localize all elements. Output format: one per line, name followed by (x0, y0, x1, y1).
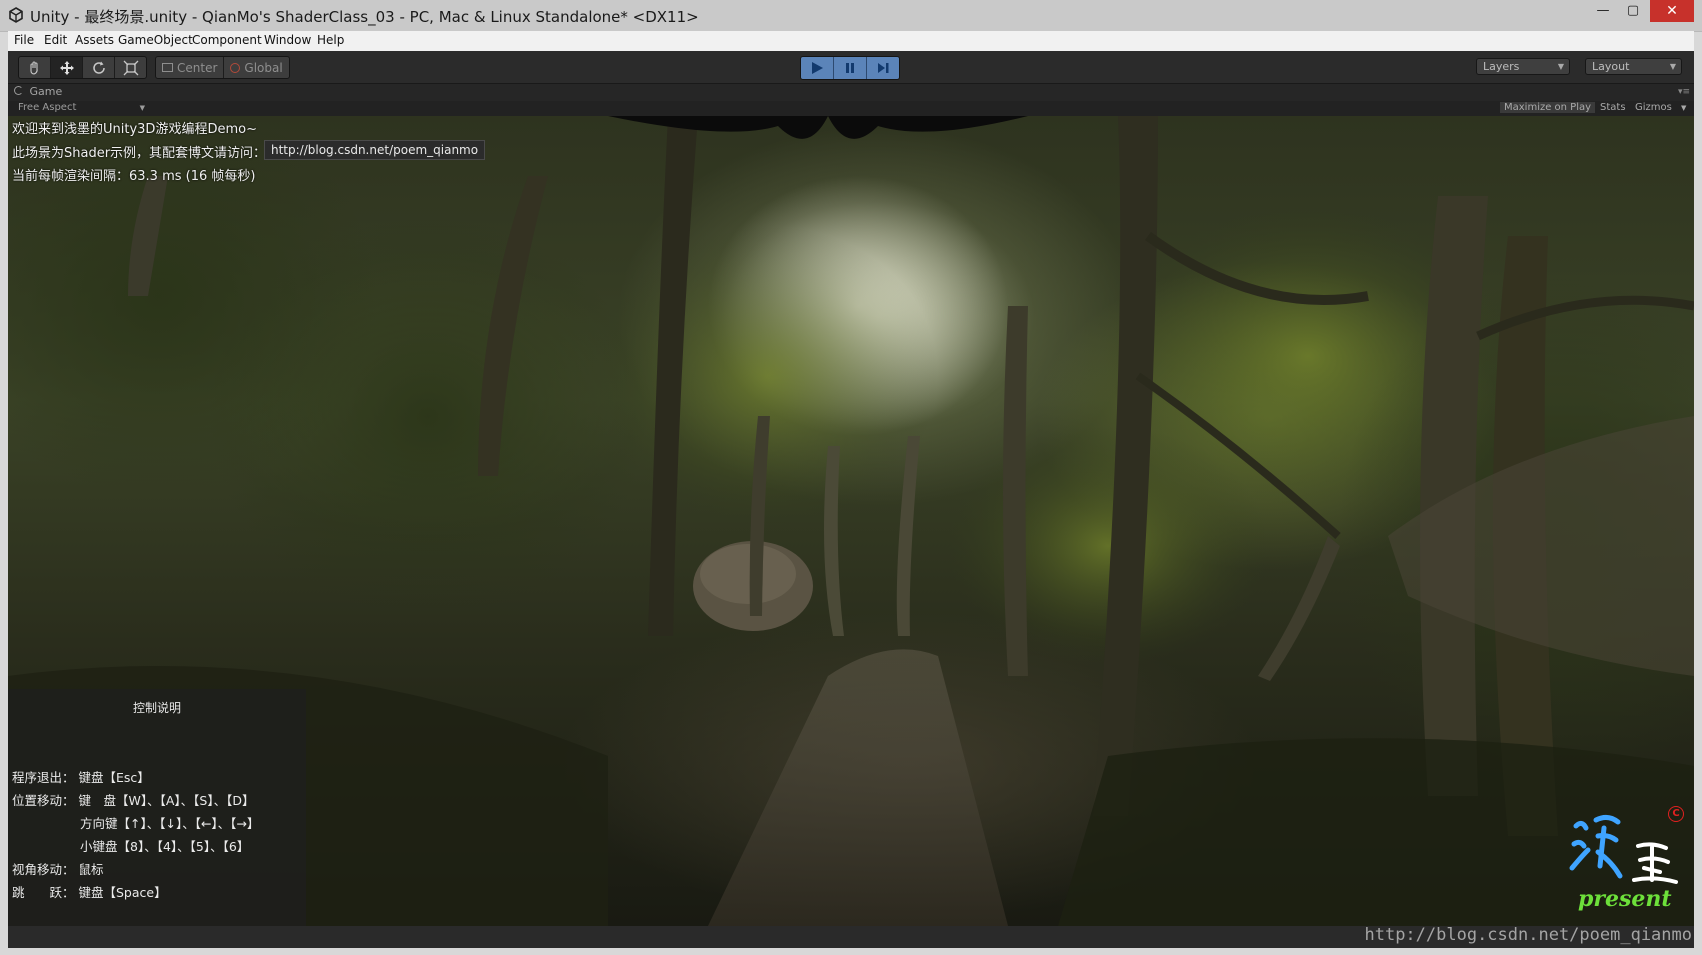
watermark-text: http://blog.csdn.net/poem_qianmo (1364, 925, 1692, 945)
pause-icon (846, 63, 854, 73)
unity-logo-icon (9, 7, 23, 23)
stats-toggle[interactable]: Stats (1600, 102, 1626, 113)
menu-bar: File Edit Assets GameObject Component Wi… (8, 31, 1694, 52)
logo-present-text: present (1578, 886, 1672, 912)
pivot-global-toggle[interactable]: Global (224, 57, 288, 78)
play-button[interactable] (801, 57, 834, 79)
scale-icon (123, 60, 138, 75)
step-button[interactable] (867, 57, 899, 79)
blog-link-field[interactable]: http://blog.csdn.net/poem_qianmo (264, 140, 486, 160)
panel-menu-icon[interactable]: ▾≡ (1678, 87, 1690, 97)
menu-assets[interactable]: Assets (75, 33, 114, 47)
menu-gameobject[interactable]: GameObject (118, 33, 193, 47)
close-button[interactable]: ✕ (1650, 0, 1694, 22)
move-tool-button[interactable] (51, 57, 83, 78)
menu-file[interactable]: File (14, 33, 34, 47)
layers-label: Layers (1483, 60, 1520, 73)
playmode-controls (800, 56, 900, 80)
menu-component[interactable]: Component (192, 33, 262, 47)
menu-window[interactable]: Window (264, 33, 311, 47)
pivot-toggles: Center Global (155, 56, 290, 79)
aspect-caret-icon: ▼ (139, 104, 145, 112)
game-view-controls: Free Aspect ▼ Maximize on Play Stats Giz… (8, 101, 1694, 116)
help-exit-line: 程序退出： 键盘【Esc】 (12, 770, 150, 785)
globe-icon (230, 62, 241, 73)
toolbar: Center Global Layers ▼ Layout ▼ (8, 51, 1694, 84)
game-tab-label: Game (29, 85, 63, 98)
rotate-icon (92, 61, 105, 74)
game-tab-icon (14, 86, 23, 95)
gizmos-toggle[interactable]: Gizmos (1635, 102, 1672, 113)
maximize-button[interactable]: ▢ (1618, 0, 1648, 22)
aspect-label: Free Aspect (18, 102, 77, 113)
pause-button[interactable] (834, 57, 867, 79)
help-numpad-line: 小键盘【8】、【4】、【5】、【6】 (80, 839, 250, 854)
transform-tools (18, 56, 147, 79)
rotate-tool-button[interactable] (83, 57, 115, 78)
play-icon (812, 62, 823, 74)
layers-dropdown[interactable]: Layers ▼ (1476, 58, 1570, 75)
hand-tool-button[interactable] (19, 57, 51, 78)
help-look-line: 视角移动： 鼠标 (12, 862, 104, 877)
controls-help-panel: 控制说明 程序退出： 键盘【Esc】 位置移动： 键 盘【W】、【A】、【S】、… (8, 689, 306, 926)
scale-tool-button[interactable] (115, 57, 146, 78)
layout-dropdown[interactable]: Layout ▼ (1585, 58, 1682, 75)
game-tab-row: Game ▾≡ (8, 84, 1694, 101)
maximize-on-play-toggle[interactable]: Maximize on Play (1500, 102, 1596, 113)
controls-title: 控制说明 (132, 701, 181, 715)
layers-caret-icon: ▼ (1557, 62, 1564, 71)
help-jump-line: 跳 跃： 键盘【Space】 (12, 885, 167, 900)
welcome-text: 欢迎来到浅墨的Unity3D游戏编程Demo~ (12, 122, 257, 137)
aspect-dropdown[interactable]: Free Aspect ▼ (18, 102, 145, 113)
hand-icon (29, 60, 38, 75)
minimize-button[interactable]: — (1588, 0, 1618, 22)
layout-caret-icon: ▼ (1669, 62, 1676, 71)
pivot-center-label: Center (177, 60, 218, 75)
help-arrow-line: 方向键【↑】、【↓】、【←】、【→】 (80, 816, 260, 831)
window-title: Unity - 最终场景.unity - QianMo's ShaderClas… (30, 8, 699, 26)
gizmos-caret-icon[interactable]: ▼ (1681, 104, 1686, 112)
step-icon (878, 63, 889, 73)
pivot-center-toggle[interactable]: Center (156, 57, 225, 78)
layout-label: Layout (1592, 60, 1630, 73)
pivot-center-icon (162, 63, 173, 72)
title-bar: Unity - 最终场景.unity - QianMo's ShaderClas… (0, 0, 1702, 32)
shader-note-text: 此场景为Shader示例，其配套博文请访问： (12, 146, 267, 161)
help-move-line: 位置移动： 键 盘【W】、【A】、【S】、【D】 (12, 793, 255, 808)
menu-help[interactable]: Help (317, 33, 344, 47)
menu-edit[interactable]: Edit (44, 33, 67, 47)
copyright-icon: C (1668, 806, 1684, 822)
frame-time-text: 当前每帧渲染间隔：63.3 ms (16 帧每秒) (12, 169, 256, 184)
pivot-global-label: Global (244, 60, 283, 75)
tab-game[interactable]: Game (14, 85, 62, 101)
game-view[interactable]: 欢迎来到浅墨的Unity3D游戏编程Demo~ 此场景为Shader示例，其配套… (8, 116, 1694, 926)
move-arrows-icon (59, 60, 74, 75)
